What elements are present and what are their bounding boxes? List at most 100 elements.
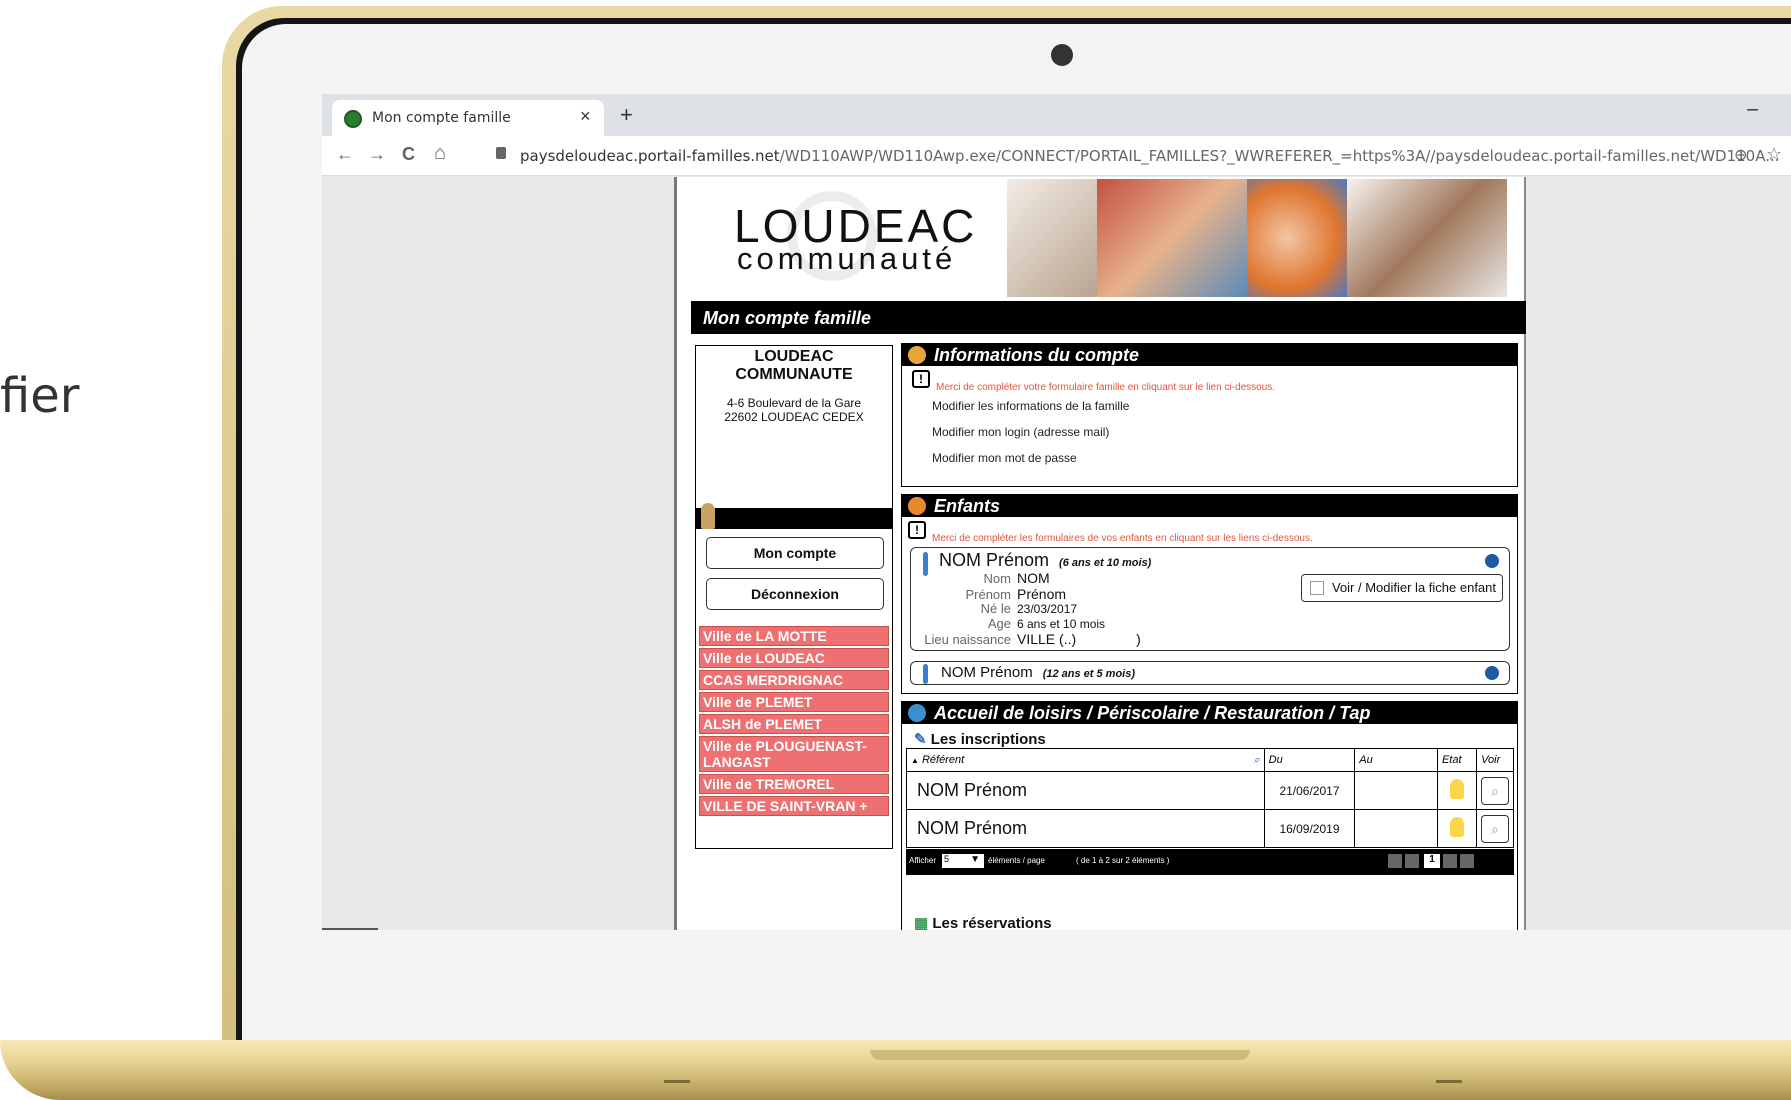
forward-icon[interactable]: →: [368, 144, 386, 165]
laptop-notch: [870, 1050, 1250, 1060]
photo-mother-baby: [1347, 179, 1507, 297]
zoom-icon[interactable]: ⊖: [1734, 145, 1747, 165]
field-label: Né le: [980, 601, 1011, 616]
browser-tab[interactable]: Mon compte famille ×: [332, 100, 604, 136]
per-page-select[interactable]: 5 ▼: [942, 854, 984, 868]
ville-link[interactable]: CCAS MERDRIGNAC: [699, 670, 889, 690]
child-name[interactable]: NOM Prénom (12 ans et 5 mois): [941, 664, 1135, 681]
first-page-button[interactable]: [1388, 854, 1402, 868]
warning-icon: !: [912, 370, 930, 388]
pencil-icon: [1309, 581, 1324, 595]
search-icon[interactable]: ⌕: [1254, 754, 1260, 767]
last-page-button[interactable]: [1460, 854, 1474, 868]
col-voir: Voir: [1476, 748, 1514, 772]
user-icon: [701, 503, 715, 529]
next-page-button[interactable]: [1443, 854, 1457, 868]
infos-title: Informations du compte: [934, 345, 1140, 365]
child-card-collapsed[interactable]: NOM Prénom (12 ans et 5 mois): [910, 661, 1510, 685]
col-referent[interactable]: ▲ Référent ⌕: [906, 748, 1265, 772]
org-address-line2: 22602 LOUDEAC CEDEX: [724, 410, 864, 424]
cell-voir: ⌕: [1476, 771, 1514, 810]
photo-kids-reading: [1097, 179, 1247, 297]
pager-per-page: éléments / page: [988, 856, 1045, 865]
field-label: Lieu naissance: [924, 632, 1011, 647]
new-tab-button[interactable]: +: [620, 102, 633, 128]
page-title: Mon compte famille: [691, 301, 1526, 334]
link-modifier-mdp[interactable]: Modifier mon mot de passe: [932, 451, 1077, 465]
magnifier-icon[interactable]: ⌕: [1481, 814, 1510, 843]
field-ne-le: Né le 23/03/2017: [911, 601, 1077, 616]
chevron-down-icon: ▼: [970, 854, 980, 865]
cell-au: [1354, 809, 1438, 848]
reservations-label: Les réservations: [932, 915, 1052, 930]
lock-icon: [496, 147, 506, 159]
expand-icon[interactable]: [1485, 666, 1499, 680]
collapse-icon[interactable]: [1485, 554, 1499, 568]
photo-mother-child: [1007, 179, 1097, 297]
prev-page-button[interactable]: [1405, 854, 1419, 868]
pager-show-label: Afficher: [909, 856, 936, 865]
lightbulb-icon: [1450, 817, 1465, 837]
deconnexion-button[interactable]: Déconnexion: [706, 578, 884, 610]
field-value: VILLE (..): [1017, 631, 1077, 647]
tab-close-icon[interactable]: ×: [580, 106, 591, 127]
ville-link[interactable]: Ville de LA MOTTE: [699, 626, 889, 646]
field-nom: Nom NOM: [911, 570, 1050, 586]
photo-toddler: [1247, 179, 1347, 297]
child-icon: [908, 497, 926, 515]
page-viewport: LOUDEAC communauté Mon compte famille LO…: [322, 177, 1791, 930]
home-icon[interactable]: ⌂: [434, 142, 446, 165]
per-page-value: 5: [944, 854, 950, 864]
ville-link[interactable]: Ville de TREMOREL: [699, 774, 889, 794]
child-card-expanded: NOM Prénom (6 ans et 10 mois) Nom NOM Prén…: [910, 547, 1510, 651]
current-page[interactable]: 1: [1424, 854, 1440, 868]
table-header-row: ▲ Référent ⌕ Du Au Etat Voir: [906, 748, 1514, 772]
col-au[interactable]: Au: [1354, 748, 1438, 772]
magnifier-icon[interactable]: ⌕: [1481, 776, 1510, 805]
org-address-line1: 4-6 Boulevard de la Gare: [726, 396, 862, 410]
link-modifier-famille[interactable]: Modifier les informations de la famille: [932, 399, 1129, 413]
ville-link[interactable]: Ville de PLEMET: [699, 692, 889, 712]
ville-link[interactable]: ALSH de PLEMET: [699, 714, 889, 734]
laptop-foot: [1436, 1080, 1462, 1083]
field-age: Age 6 ans et 10 mois: [911, 616, 1105, 631]
logo-communaute: communauté: [737, 241, 957, 276]
back-icon[interactable]: ←: [336, 144, 354, 165]
enfants-warning: Merci de compléter les formulaires de vo…: [932, 533, 1313, 544]
accueil-header: Accueil de loisirs / Périscolaire / Rest…: [902, 702, 1517, 724]
sort-icon: ▲: [911, 755, 919, 765]
col-etat: Etat: [1436, 748, 1478, 772]
address-bar[interactable]: paysdeloudeac.portail-familles.net/WD110…: [520, 147, 1780, 165]
field-prenom: Prénom Prénom: [911, 586, 1066, 602]
header-photos: [1007, 179, 1507, 297]
table-row: NOM Prénom 21/06/2017 ⌕: [906, 771, 1514, 810]
laptop-foot: [664, 1080, 690, 1083]
calendar-icon: ▦: [914, 915, 933, 930]
lightbulb-icon: [1450, 779, 1465, 799]
child-name-text: NOM Prénom: [939, 550, 1050, 570]
inscriptions-label: Les inscriptions: [930, 731, 1046, 748]
cell-au: [1354, 771, 1438, 810]
voir-fiche-enfant-button[interactable]: Voir / Modifier la fiche enfant: [1300, 574, 1503, 602]
reload-icon[interactable]: C: [402, 144, 415, 165]
reservations-title: ▦ Les réservations: [914, 914, 1052, 930]
org-name: LOUDEAC COMMUNAUTE: [735, 348, 853, 383]
minimize-button[interactable]: –: [1747, 98, 1758, 121]
col-du[interactable]: Du: [1263, 748, 1356, 772]
cell-referent: NOM Prénom: [906, 771, 1265, 810]
ville-link[interactable]: Ville de LOUDEAC: [699, 648, 889, 668]
family-icon: [908, 346, 926, 364]
portal-page: LOUDEAC communauté Mon compte famille LO…: [674, 177, 1526, 930]
child-name-text: NOM Prénom: [941, 664, 1033, 681]
ville-link[interactable]: Ville de PLOUGUENAST-LANGAST: [699, 736, 889, 772]
mon-compte-button[interactable]: Mon compte: [706, 537, 884, 569]
webcam: [1051, 44, 1073, 66]
ville-link[interactable]: VILLE DE SAINT-VRAN +: [699, 796, 889, 816]
child-name[interactable]: NOM Prénom (6 ans et 10 mois): [939, 550, 1151, 571]
favicon-icon: [344, 110, 362, 128]
villes-list: Ville de LA MOTTE Ville de LOUDEAC CCAS …: [695, 622, 893, 849]
link-modifier-login[interactable]: Modifier mon login (adresse mail): [932, 425, 1109, 439]
bookmark-star-icon[interactable]: ☆: [1766, 144, 1782, 165]
warning-icon: !: [908, 521, 926, 539]
inscriptions-title: ✎ Les inscriptions: [914, 730, 1046, 748]
